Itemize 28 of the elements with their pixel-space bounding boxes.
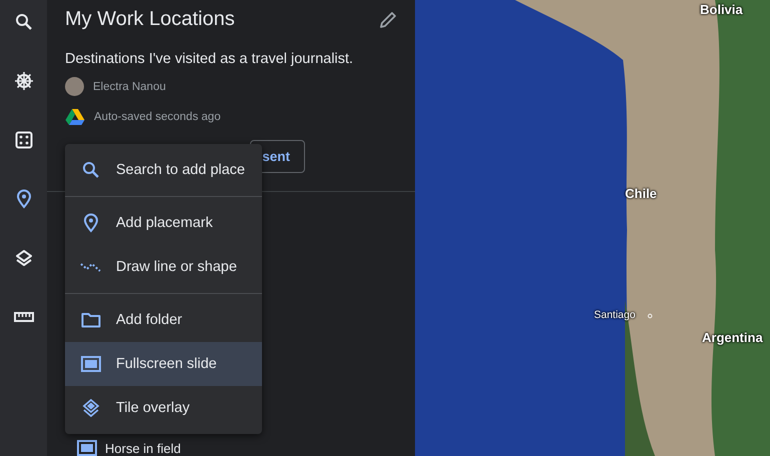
feature-label: Horse in field (105, 440, 181, 456)
placemark-icon (14, 189, 32, 209)
search-icon (14, 13, 32, 31)
author-name: Electra Nanou (93, 80, 166, 92)
menu-item[interactable]: Draw line or shape (65, 245, 262, 289)
ruler-icon (14, 311, 34, 323)
menu-item[interactable]: Fullscreen slide (65, 342, 262, 386)
menu-item[interactable]: Add folder (65, 298, 262, 342)
dotted-line-icon (80, 261, 102, 273)
folder-icon (80, 312, 102, 328)
project-description: Destinations I've visited as a travel journalist. (65, 51, 354, 67)
slide-icon (77, 440, 97, 456)
menu-item[interactable]: Tile overlay (65, 386, 262, 430)
slide-icon (80, 356, 102, 372)
feature-item[interactable]: Horse in field (77, 440, 181, 456)
avatar (65, 77, 84, 96)
edit-button[interactable] (379, 10, 397, 28)
project-title: My Work Locations (65, 8, 235, 31)
save-status: Auto-saved seconds ago (94, 110, 221, 122)
map-label: Argentina (702, 330, 763, 345)
layers-icon (14, 249, 32, 267)
dice-icon (14, 131, 32, 149)
pencil-icon (379, 10, 397, 28)
ship-wheel-icon (14, 71, 34, 91)
drive-triangle-icon (65, 108, 85, 125)
menu-item[interactable]: Add placemark (65, 201, 262, 245)
stacked-tiles-icon (80, 399, 102, 417)
map-label: Bolivia (700, 2, 743, 17)
